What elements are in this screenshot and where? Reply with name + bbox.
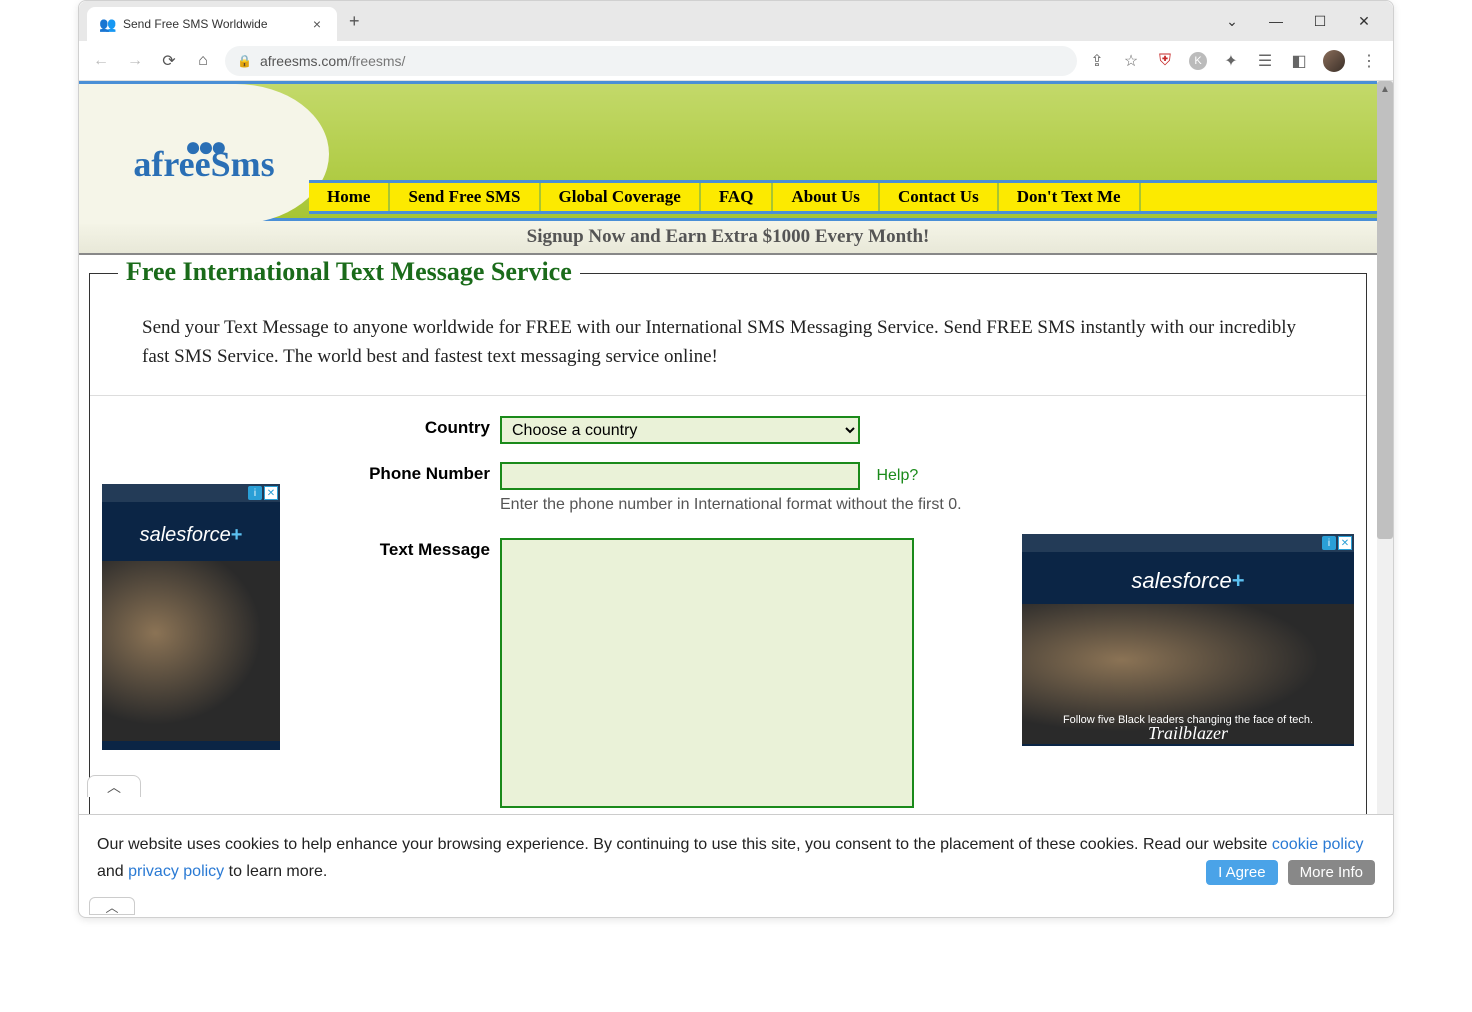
promo-bar[interactable]: Signup Now and Earn Extra $1000 Every Mo… bbox=[79, 221, 1377, 255]
nav-send-free-sms[interactable]: Send Free SMS bbox=[390, 183, 540, 211]
nav-home[interactable]: Home bbox=[309, 183, 390, 211]
phone-hint: Enter the phone number in International … bbox=[500, 496, 1006, 514]
nav-dont-text-me[interactable]: Don't Text Me bbox=[999, 183, 1141, 211]
ad-brand-text: salesforce+ bbox=[1022, 552, 1354, 604]
privacy-policy-link[interactable]: privacy policy bbox=[128, 863, 224, 880]
ad-info-icon[interactable]: i bbox=[1322, 536, 1336, 550]
window-controls: ⌄ — ☐ ✕ bbox=[1213, 6, 1393, 36]
main-content: Free International Text Message Service … bbox=[89, 273, 1367, 852]
vertical-scrollbar[interactable]: ▲ ▼ bbox=[1377, 81, 1393, 897]
cookie-policy-link[interactable]: cookie policy bbox=[1272, 836, 1364, 853]
logo-people-icon: ●●● bbox=[185, 131, 224, 163]
home-button[interactable]: ⌂ bbox=[191, 49, 215, 73]
sms-form: Country Choose a country Phone Number bbox=[300, 416, 1006, 831]
address-bar[interactable]: 🔒 afreesms.com/freesms/ bbox=[225, 46, 1077, 76]
browser-window: 👥 Send Free SMS Worldwide × + ⌄ — ☐ ✕ ← … bbox=[78, 0, 1394, 918]
close-tab-icon[interactable]: × bbox=[309, 16, 325, 32]
titlebar: 👥 Send Free SMS Worldwide × + ⌄ — ☐ ✕ bbox=[79, 1, 1393, 41]
ad-close-icon[interactable]: ✕ bbox=[1338, 536, 1352, 550]
bookmark-star-icon[interactable]: ☆ bbox=[1121, 51, 1141, 71]
browser-toolbar: ← → ⟳ ⌂ 🔒 afreesms.com/freesms/ ⇪ ☆ ⛨ K … bbox=[79, 41, 1393, 81]
extensions-icon[interactable]: ✦ bbox=[1221, 51, 1241, 71]
logo[interactable]: ●●● afreeSms bbox=[79, 84, 329, 224]
phone-label: Phone Number bbox=[300, 462, 500, 514]
reading-list-icon[interactable]: ☰ bbox=[1255, 51, 1275, 71]
scroll-thumb[interactable] bbox=[1377, 81, 1393, 539]
share-icon[interactable]: ⇪ bbox=[1087, 51, 1107, 71]
nav-global-coverage[interactable]: Global Coverage bbox=[541, 183, 701, 211]
bottom-drawer-handle[interactable]: ︿ bbox=[89, 897, 135, 915]
page-viewport: ●●● afreeSms Home Send Free SMS Global C… bbox=[79, 81, 1393, 897]
tab-title: Send Free SMS Worldwide bbox=[123, 17, 309, 31]
maximize-icon[interactable]: ☐ bbox=[1301, 6, 1339, 36]
page-title: Free International Text Message Service bbox=[118, 257, 580, 287]
minimize-icon[interactable]: — bbox=[1257, 6, 1295, 36]
profile-avatar[interactable] bbox=[1323, 50, 1345, 72]
ad-info-icon[interactable]: i bbox=[248, 486, 262, 500]
country-select[interactable]: Choose a country bbox=[500, 416, 860, 444]
mcafee-ext-icon[interactable]: ⛨ bbox=[1155, 51, 1175, 71]
nav-faq[interactable]: FAQ bbox=[701, 183, 774, 211]
cookie-text: Our website uses cookies to help enhance… bbox=[97, 836, 1364, 880]
browser-tab[interactable]: 👥 Send Free SMS Worldwide × bbox=[87, 7, 337, 41]
chevron-up-icon: ︿ bbox=[107, 777, 121, 797]
url-text: afreesms.com/freesms/ bbox=[260, 53, 406, 69]
reload-button[interactable]: ⟳ bbox=[157, 49, 181, 73]
nav-contact-us[interactable]: Contact Us bbox=[880, 183, 999, 211]
ad-close-icon[interactable]: ✕ bbox=[264, 486, 278, 500]
help-link[interactable]: Help? bbox=[876, 467, 918, 484]
ad-right[interactable]: i✕ salesforce+ Follow five Black leaders… bbox=[1022, 534, 1354, 746]
favicon-icon: 👥 bbox=[99, 16, 115, 32]
promo-text: Signup Now and Earn Extra $1000 Every Mo… bbox=[527, 226, 930, 248]
back-button[interactable]: ← bbox=[89, 49, 113, 73]
ext-k-icon[interactable]: K bbox=[1189, 52, 1207, 70]
expand-tab[interactable]: ︿ bbox=[87, 775, 141, 797]
message-textarea[interactable] bbox=[500, 538, 914, 808]
country-label: Country bbox=[300, 416, 500, 444]
nav-about-us[interactable]: About Us bbox=[773, 183, 880, 211]
main-nav: Home Send Free SMS Global Coverage FAQ A… bbox=[309, 180, 1377, 214]
side-panel-icon[interactable]: ◧ bbox=[1289, 51, 1309, 71]
chevron-up-icon: ︿ bbox=[105, 897, 118, 916]
menu-dots-icon[interactable]: ⋮ bbox=[1359, 51, 1379, 71]
message-label: Text Message bbox=[300, 538, 500, 813]
ad-brand-text: salesforce+ bbox=[102, 502, 280, 561]
ad-subtext: Trailblazer bbox=[1022, 723, 1354, 744]
close-window-icon[interactable]: ✕ bbox=[1345, 6, 1383, 36]
ad-image: Follow five Black leaders changing the f… bbox=[1022, 604, 1354, 744]
cookie-agree-button[interactable]: I Agree bbox=[1206, 860, 1278, 885]
cookie-consent-bar: Our website uses cookies to help enhance… bbox=[79, 814, 1393, 897]
intro-text: Send your Text Message to anyone worldwi… bbox=[90, 274, 1366, 396]
cookie-more-info-button[interactable]: More Info bbox=[1288, 860, 1375, 885]
site-header: ●●● afreeSms Home Send Free SMS Global C… bbox=[79, 81, 1377, 221]
phone-input[interactable] bbox=[500, 462, 860, 490]
ad-left[interactable]: i✕ salesforce+ bbox=[102, 484, 280, 750]
new-tab-button[interactable]: + bbox=[349, 11, 360, 32]
lock-icon: 🔒 bbox=[237, 54, 252, 68]
ad-image bbox=[102, 561, 280, 741]
scroll-up-icon[interactable]: ▲ bbox=[1377, 81, 1393, 97]
chevron-down-icon[interactable]: ⌄ bbox=[1213, 6, 1251, 36]
forward-button[interactable]: → bbox=[123, 49, 147, 73]
